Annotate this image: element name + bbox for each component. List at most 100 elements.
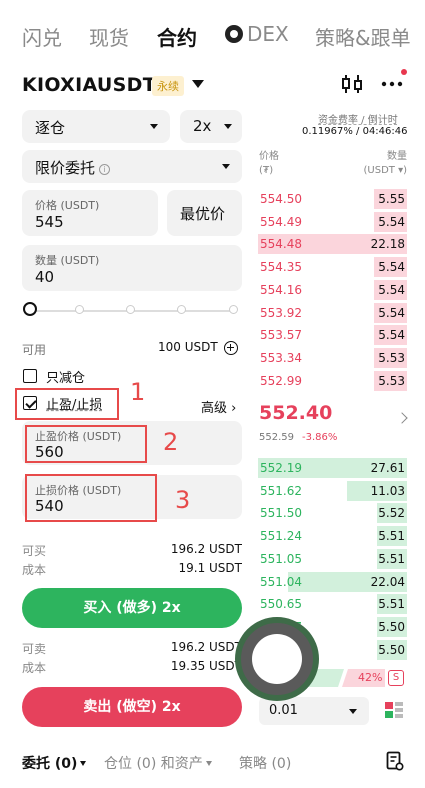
order-type-select[interactable]: 限价委托 i bbox=[22, 150, 242, 183]
notification-dot bbox=[401, 69, 407, 75]
price-input-value: 545 bbox=[35, 213, 64, 231]
order-history-icon[interactable] bbox=[386, 751, 404, 771]
tab-positions[interactable]: 仓位 (0) 和资产 bbox=[104, 753, 212, 773]
size-column-header[interactable]: 数量 (USDT ▾) bbox=[350, 150, 407, 178]
tab-strategy[interactable]: 策略&跟单 bbox=[315, 22, 411, 51]
chevron-down-icon[interactable] bbox=[192, 80, 204, 88]
reduce-only-checkbox[interactable] bbox=[23, 369, 37, 383]
tab-flash-swap[interactable]: 闪兑 bbox=[22, 22, 62, 51]
last-price: 552.40 bbox=[259, 402, 333, 424]
order-type-value: 限价委托 i bbox=[35, 157, 111, 178]
more-options-icon[interactable] bbox=[380, 76, 404, 90]
bid-row[interactable]: 551.04 22.04 bbox=[258, 571, 407, 592]
bid-price: 551.04 bbox=[260, 574, 302, 589]
can-buy-value: 196.2 USDT bbox=[170, 542, 242, 556]
ask-row[interactable]: 552.99 5.53 bbox=[258, 370, 407, 391]
can-buy-label: 可买 bbox=[22, 544, 47, 558]
sell-cost-value: 19.35 USDT bbox=[170, 659, 242, 673]
bid-row[interactable]: 551.62 11.03 bbox=[258, 480, 407, 501]
best-price-label: 最优价 bbox=[180, 205, 226, 223]
tab-dex-label: DEX bbox=[247, 22, 289, 46]
bid-size: 5.52 bbox=[378, 506, 405, 521]
price-change: -3.86% bbox=[302, 432, 338, 443]
best-price-button[interactable]: 最优价 bbox=[167, 190, 242, 236]
floating-assistant-button[interactable] bbox=[235, 617, 319, 701]
bottom-tab-bar: 委托 (0) 仓位 (0) 和资产 策略 (0) bbox=[0, 743, 425, 788]
chevron-down-icon bbox=[222, 164, 230, 169]
bid-size: 5.51 bbox=[378, 551, 405, 566]
slider-step-50[interactable] bbox=[126, 305, 135, 314]
bid-size: 5.50 bbox=[378, 619, 405, 634]
annotation-number-1: 1 bbox=[130, 378, 146, 406]
can-sell-value: 196.2 USDT bbox=[170, 640, 242, 654]
price-input[interactable]: 价格 (USDT) 545 bbox=[22, 190, 158, 236]
info-icon[interactable]: i bbox=[99, 164, 111, 175]
candlestick-chart-icon[interactable] bbox=[340, 72, 364, 96]
quantity-input[interactable]: 数量 (USDT) 40 bbox=[22, 245, 242, 291]
ask-price: 554.48 bbox=[260, 237, 302, 252]
ask-price: 554.35 bbox=[260, 260, 302, 275]
tp-sl-label: 止盈/止损 bbox=[46, 398, 103, 413]
bid-price: 551.05 bbox=[260, 551, 302, 566]
ask-row[interactable]: 553.57 5.54 bbox=[258, 325, 407, 346]
chevron-down-icon bbox=[349, 709, 357, 714]
tab-orders[interactable]: 委托 (0) bbox=[22, 753, 87, 773]
funding-rate-label[interactable]: 资金费率 / 倒计时 bbox=[318, 111, 398, 126]
tab-spot[interactable]: 现货 bbox=[89, 22, 129, 51]
bid-row[interactable]: 550.65 5.51 bbox=[258, 594, 407, 615]
buy-cost-value: 19.1 USDT bbox=[178, 561, 242, 575]
leverage-value: 2x bbox=[193, 117, 212, 135]
sell-cost-label: 成本 bbox=[22, 661, 47, 675]
chevron-down-icon bbox=[224, 124, 232, 129]
bid-row[interactable]: 551.24 5.51 bbox=[258, 526, 407, 547]
bid-row[interactable]: 551.50 5.52 bbox=[258, 503, 407, 524]
available-label: 可用 bbox=[22, 343, 47, 357]
ask-row[interactable]: 554.48 22.18 bbox=[258, 234, 407, 255]
chevron-right-icon[interactable] bbox=[396, 412, 408, 424]
pair-symbol[interactable]: KIOXIAUSDT bbox=[22, 74, 156, 96]
orderbook-layout-icon[interactable] bbox=[384, 700, 404, 720]
price-column-header: 价格 (₮) bbox=[259, 150, 279, 178]
ask-size: 5.53 bbox=[378, 373, 405, 388]
tab-strategies[interactable]: 策略 (0) bbox=[239, 753, 291, 773]
bid-size: 22.04 bbox=[370, 574, 405, 589]
bid-row[interactable]: 552.19 27.61 bbox=[258, 458, 407, 478]
ask-row[interactable]: 553.92 5.54 bbox=[258, 302, 407, 323]
sell-ratio-percent: 42% bbox=[358, 671, 383, 684]
slider-step-100[interactable] bbox=[229, 305, 238, 314]
bid-price: 550.65 bbox=[260, 597, 302, 612]
size-header-label: 数量 bbox=[387, 151, 407, 162]
ask-row[interactable]: 554.16 5.54 bbox=[258, 279, 407, 300]
tab-dex[interactable]: DEX bbox=[225, 22, 289, 46]
leverage-select[interactable]: 2x bbox=[180, 110, 242, 143]
sell-short-button[interactable]: 卖出 (做空) 2x bbox=[22, 687, 242, 727]
slider-step-75[interactable] bbox=[177, 305, 186, 314]
sell-ratio-badge: S bbox=[388, 670, 404, 686]
annotation-box-2 bbox=[25, 425, 147, 463]
ask-row[interactable]: 553.34 5.53 bbox=[258, 347, 407, 368]
funding-rate-value: 0.11967% / 04:46:46 bbox=[302, 126, 408, 137]
ask-row[interactable]: 554.50 5.55 bbox=[258, 189, 407, 209]
ask-price: 554.16 bbox=[260, 282, 302, 297]
chevron-down-icon bbox=[80, 761, 87, 766]
annotation-number-3: 3 bbox=[175, 486, 191, 514]
slider-handle[interactable] bbox=[23, 302, 37, 316]
ask-row[interactable]: 554.49 5.54 bbox=[258, 211, 407, 232]
advanced-settings-link[interactable]: 高级 › bbox=[201, 397, 236, 416]
soccer-ball-icon bbox=[225, 25, 243, 43]
ask-price: 554.50 bbox=[260, 192, 302, 206]
add-funds-icon[interactable] bbox=[224, 341, 238, 355]
margin-mode-select[interactable]: 逐仓 bbox=[22, 110, 170, 143]
buy-long-button[interactable]: 买入 (做多) 2x bbox=[22, 588, 242, 628]
ask-row[interactable]: 554.35 5.54 bbox=[258, 257, 407, 278]
depth-step-select[interactable]: 0.01 bbox=[259, 697, 369, 725]
bid-size: 11.03 bbox=[370, 483, 405, 498]
bid-size: 5.51 bbox=[378, 597, 405, 612]
slider-step-25[interactable] bbox=[75, 305, 84, 314]
tp-sl-checkbox[interactable] bbox=[23, 396, 37, 410]
bid-row[interactable]: 551.05 5.51 bbox=[258, 548, 407, 569]
ask-size: 5.54 bbox=[378, 260, 405, 275]
depth-step-value: 0.01 bbox=[269, 703, 298, 718]
tab-futures[interactable]: 合约 bbox=[157, 22, 197, 51]
ask-size: 22.18 bbox=[370, 237, 405, 252]
